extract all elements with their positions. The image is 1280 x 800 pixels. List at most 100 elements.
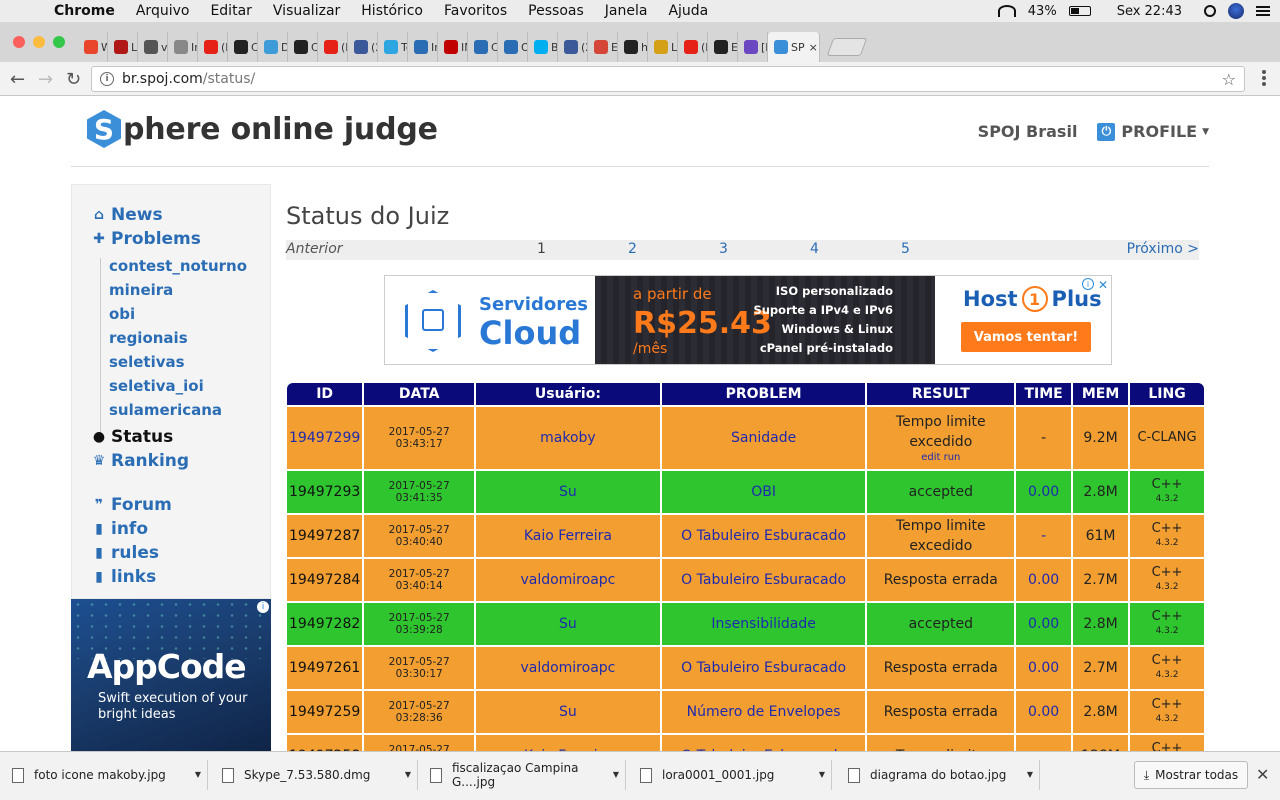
menu-arquivo[interactable]: Arquivo bbox=[136, 3, 190, 19]
chevron-down-icon[interactable]: ▼ bbox=[613, 770, 619, 779]
browser-tab[interactable]: Lo bbox=[108, 32, 138, 62]
submission-user[interactable]: Kaio Ferreira bbox=[476, 735, 660, 751]
reload-icon[interactable]: ↻ bbox=[66, 69, 81, 90]
spoj-brasil-link[interactable]: SPOJ Brasil bbox=[978, 122, 1078, 141]
pager-page-2[interactable]: 2 bbox=[628, 241, 637, 257]
browser-tab[interactable]: Er bbox=[588, 32, 618, 62]
browser-tab[interactable]: In bbox=[168, 32, 198, 62]
submission-user[interactable]: Su bbox=[476, 691, 660, 733]
submission-problem[interactable]: O Tabuleiro Esburacado bbox=[661, 647, 866, 689]
battery-icon[interactable] bbox=[1068, 6, 1091, 16]
browser-tab[interactable]: (E bbox=[318, 32, 348, 62]
sidebar-item-links[interactable]: ▮ links bbox=[91, 567, 156, 587]
sidebar-sub-obi[interactable]: obi bbox=[109, 305, 135, 323]
new-tab-button[interactable] bbox=[826, 38, 868, 56]
menu-pessoas[interactable]: Pessoas bbox=[528, 3, 584, 19]
ad-close-icon[interactable]: ✕ bbox=[1098, 278, 1108, 292]
result-edit-run-links[interactable]: edit run bbox=[869, 452, 1012, 464]
menu-janela[interactable]: Janela bbox=[605, 3, 648, 19]
menu-ajuda[interactable]: Ajuda bbox=[668, 3, 708, 19]
tab-close-icon[interactable]: × bbox=[809, 41, 818, 54]
submission-problem[interactable]: Número de Envelopes bbox=[661, 691, 866, 733]
spotlight-search-icon[interactable] bbox=[1204, 5, 1216, 17]
ad-info-icon[interactable]: i bbox=[257, 601, 269, 613]
siri-icon[interactable] bbox=[1228, 3, 1244, 19]
download-item-1[interactable]: foto icone makoby.jpg ▼ bbox=[12, 760, 208, 790]
submission-user[interactable]: valdomiroapc bbox=[476, 647, 660, 689]
zoom-window-button[interactable] bbox=[53, 36, 65, 48]
chevron-down-icon[interactable]: ▼ bbox=[819, 770, 825, 779]
browser-tab[interactable]: B bbox=[528, 32, 558, 62]
sidebar-item-ranking[interactable]: ♛ Ranking bbox=[91, 451, 189, 471]
submission-problem[interactable]: O Tabuleiro Esburacado bbox=[661, 735, 866, 751]
browser-tab[interactable]: W bbox=[78, 32, 108, 62]
submission-user[interactable]: makoby bbox=[476, 407, 660, 469]
download-item-2[interactable]: Skype_7.53.580.dmg ▼ bbox=[222, 760, 418, 790]
browser-tab[interactable]: IM bbox=[438, 32, 468, 62]
submission-user[interactable]: Su bbox=[476, 603, 660, 645]
browser-tab[interactable]: hi bbox=[618, 32, 648, 62]
browser-tab[interactable]: Te bbox=[378, 32, 408, 62]
download-item-5[interactable]: diagrama do botao.jpg ▼ bbox=[848, 760, 1040, 790]
chrome-menu-icon[interactable] bbox=[1262, 70, 1266, 86]
chevron-down-icon[interactable]: ▼ bbox=[1027, 770, 1033, 779]
browser-tab[interactable]: (E bbox=[198, 32, 228, 62]
download-item-4[interactable]: lora0001_0001.jpg ▼ bbox=[640, 760, 832, 790]
spoj-logo[interactable]: S phere online judge bbox=[87, 110, 438, 148]
submission-id[interactable]: 19497299 bbox=[287, 407, 363, 469]
wifi-icon[interactable] bbox=[997, 5, 1016, 17]
sidebar-sub-seletivas[interactable]: seletivas bbox=[109, 353, 185, 371]
browser-tab[interactable]: SP × bbox=[768, 32, 820, 62]
pager-prev[interactable]: Anterior bbox=[286, 241, 343, 257]
sidebar-item-problems[interactable]: ✚ Problems bbox=[91, 229, 201, 249]
submission-problem[interactable]: Insensibilidade bbox=[661, 603, 866, 645]
submission-problem[interactable]: Sanidade bbox=[661, 407, 866, 469]
menu-historico[interactable]: Histórico bbox=[361, 3, 423, 19]
browser-tab[interactable]: (2 bbox=[348, 32, 378, 62]
pager-page-4[interactable]: 4 bbox=[810, 241, 819, 257]
pager-next[interactable]: Próximo > bbox=[1127, 241, 1199, 257]
minimize-window-button[interactable] bbox=[33, 36, 45, 48]
pager-page-5[interactable]: 5 bbox=[901, 241, 910, 257]
download-item-3[interactable]: fiscalizaçao Campina G....jpg ▼ bbox=[430, 760, 626, 790]
close-downloads-icon[interactable]: ✕ bbox=[1256, 765, 1269, 784]
submission-user[interactable]: Su bbox=[476, 471, 660, 513]
sidebar-sub-contest-noturno[interactable]: contest_noturno bbox=[109, 257, 247, 275]
sidebar-item-forum[interactable]: ❞ Forum bbox=[91, 495, 172, 515]
chevron-down-icon[interactable]: ▼ bbox=[405, 770, 411, 779]
profile-menu[interactable]: PROFILE bbox=[1121, 122, 1197, 141]
browser-tab[interactable]: Er bbox=[708, 32, 738, 62]
clock[interactable]: Sex 22:43 bbox=[1117, 4, 1182, 19]
notification-center-icon[interactable] bbox=[1256, 6, 1270, 16]
sidebar-item-news[interactable]: ⌂ News bbox=[91, 205, 163, 225]
browser-tab[interactable]: [E bbox=[738, 32, 768, 62]
submission-problem[interactable]: O Tabuleiro Esburacado bbox=[661, 515, 866, 557]
submission-problem[interactable]: OBI bbox=[661, 471, 866, 513]
menu-app-name[interactable]: Chrome bbox=[54, 3, 115, 19]
show-all-downloads-button[interactable]: ⤓ Mostrar todas bbox=[1134, 761, 1248, 789]
sidebar-sub-mineira[interactable]: mineira bbox=[109, 281, 173, 299]
ad-cta-button[interactable]: Vamos tentar! bbox=[961, 322, 1091, 352]
browser-tab[interactable]: O bbox=[498, 32, 528, 62]
battery-percent[interactable]: 43% bbox=[1028, 4, 1057, 19]
browser-tab[interactable]: Le bbox=[648, 32, 678, 62]
browser-tab[interactable]: C bbox=[468, 32, 498, 62]
menu-favoritos[interactable]: Favoritos bbox=[444, 3, 507, 19]
sidebar-item-status[interactable]: ● Status bbox=[91, 427, 173, 447]
site-info-icon[interactable]: i bbox=[100, 72, 114, 86]
sidebar-item-info[interactable]: ▮ info bbox=[91, 519, 148, 539]
submission-user[interactable]: Kaio Ferreira bbox=[476, 515, 660, 557]
bookmark-star-icon[interactable]: ☆ bbox=[1222, 70, 1236, 89]
forward-arrow-icon[interactable]: → bbox=[38, 69, 53, 90]
browser-tab[interactable]: D bbox=[258, 32, 288, 62]
browser-tab[interactable]: vi bbox=[138, 32, 168, 62]
appcode-ad[interactable]: i AppCode Swift execution of your bright … bbox=[71, 599, 271, 751]
browser-tab[interactable]: (2 bbox=[558, 32, 588, 62]
chevron-down-icon[interactable]: ▼ bbox=[195, 770, 201, 779]
browser-tab[interactable]: (E bbox=[678, 32, 708, 62]
address-bar[interactable]: i br.spoj.com/status/ ☆ bbox=[91, 66, 1245, 92]
close-window-button[interactable] bbox=[13, 36, 25, 48]
sidebar-item-rules[interactable]: ▮ rules bbox=[91, 543, 159, 563]
pager-page-3[interactable]: 3 bbox=[719, 241, 728, 257]
hosting-ad-banner[interactable]: Servidores Cloud a partir de R$25.43 /mê… bbox=[384, 275, 1112, 365]
